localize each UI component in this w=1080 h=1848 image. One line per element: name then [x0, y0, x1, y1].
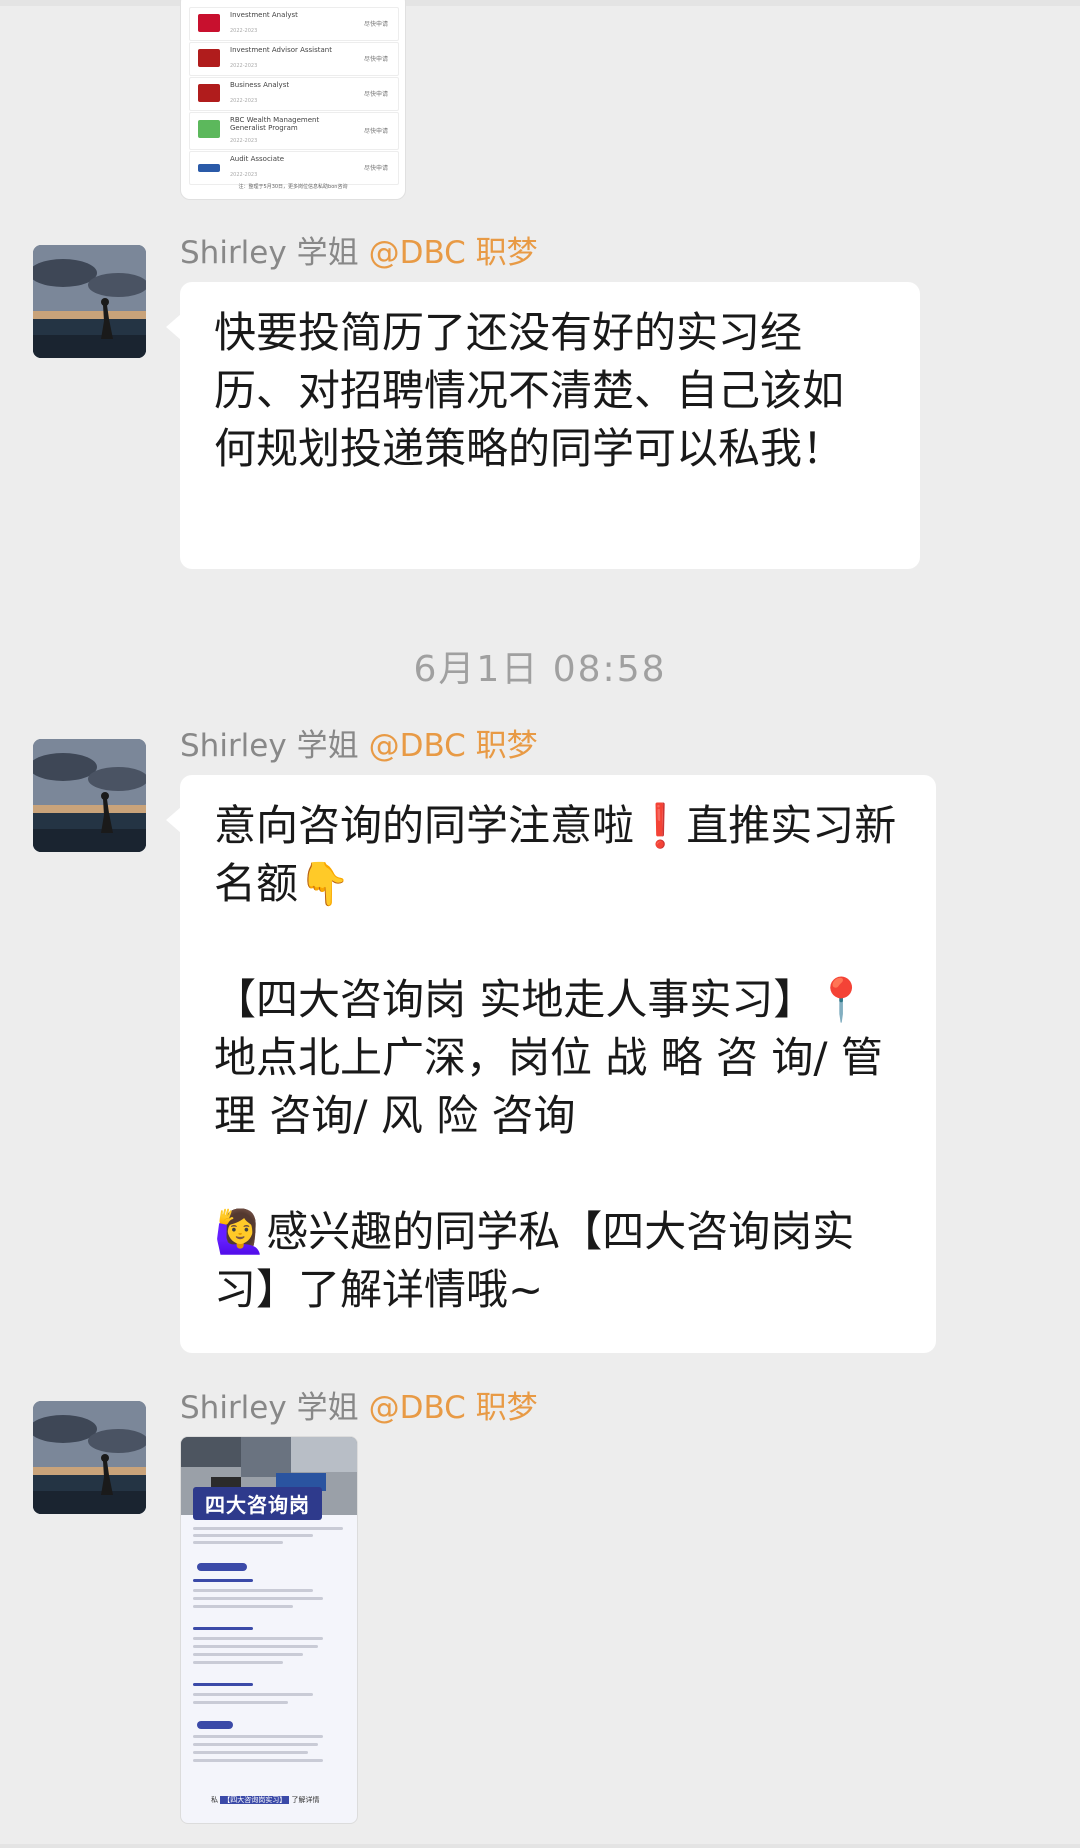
bank-logo-icon	[198, 14, 220, 32]
cta-suffix: 了解详情	[291, 1796, 320, 1804]
td-logo-icon	[198, 120, 220, 138]
message-text: 快要投简历了还没有好的实习经历、对招聘情况不清楚、自己该如何规划投递策略的同学可…	[214, 308, 845, 473]
job-action: 尽快申请	[363, 165, 388, 172]
cibc-logo-icon	[198, 49, 220, 67]
avatar[interactable]	[33, 245, 146, 358]
cta-prefix: 私	[211, 1796, 218, 1804]
poster-line	[193, 1653, 303, 1656]
job-row: Investment Advisor Assistant 2022-2023 尽…	[189, 42, 399, 76]
poster-line	[193, 1751, 308, 1754]
cibc-logo-icon	[198, 84, 220, 102]
poster-line	[193, 1597, 323, 1600]
job-row: RBC Wealth Management Generalist Program…	[189, 112, 399, 150]
message-bubble[interactable]: 快要投简历了还没有好的实习经历、对招聘情况不清楚、自己该如何规划投递策略的同学可…	[166, 282, 920, 569]
job-year: 2022-2023	[230, 28, 258, 34]
timestamp: 6月1日 08:58	[413, 649, 667, 690]
job-row: Business Analyst 2022-2023 尽快申请	[189, 77, 399, 111]
bottom-divider	[0, 1844, 1080, 1848]
job-year: 2022-2023	[230, 138, 258, 144]
job-title: RBC Wealth Management Generalist Program	[230, 116, 320, 132]
sender-tag: @DBC 职梦	[368, 728, 538, 764]
poster-line	[193, 1589, 313, 1592]
poster-line	[193, 1693, 313, 1696]
poster-section	[193, 1683, 253, 1686]
job-title: Investment Analyst	[230, 11, 298, 19]
sender-label: Shirley 学姐	[180, 235, 359, 271]
poster-intro	[193, 1527, 345, 1544]
message-text: 意向咨询的同学注意啦❗直推实习新名额👇	[214, 801, 897, 908]
message-text: 🙋‍♀️感兴趣的同学私【四大咨询岗实习】了解详情哦~	[214, 1207, 855, 1314]
sender-name: Shirley 学姐 @DBC 职梦	[180, 727, 538, 765]
poster-line	[193, 1637, 323, 1640]
job-action: 尽快申请	[363, 21, 388, 28]
poster-image[interactable]: 四大咨询岗 私 【四大咨询岗实习】 了解详情	[180, 1436, 358, 1824]
job-year: 2022-2023	[230, 172, 258, 178]
sender-name: Shirley 学姐 @DBC 职梦	[180, 1389, 538, 1427]
job-action: 尽快申请	[363, 128, 388, 135]
sender-label: Shirley 学姐	[180, 1390, 359, 1426]
job-list-image[interactable]: Investment Analyst 2022-2023 尽快申请 Invest…	[180, 0, 406, 200]
poster-section	[193, 1627, 253, 1630]
message-bubble[interactable]: 意向咨询的同学注意啦❗直推实习新名额👇 【四大咨询岗 实地走人事实习】📍地点北上…	[166, 775, 936, 1353]
poster-line	[193, 1759, 323, 1762]
job-list-footer: 注：整理于5月30日，更多岗位信息私助bon咨询	[238, 184, 348, 190]
poster-line	[193, 1605, 293, 1608]
job-year: 2022-2023	[230, 63, 258, 69]
sender-tag: @DBC 职梦	[368, 235, 538, 271]
job-title: Business Analyst	[230, 81, 290, 89]
job-year: 2022-2023	[230, 98, 258, 104]
job-title: Investment Advisor Assistant	[230, 46, 332, 54]
poster-cta: 私 【四大咨询岗实习】 了解详情	[211, 1795, 319, 1805]
top-divider	[0, 0, 1080, 6]
rsm-logo-icon	[198, 164, 220, 172]
poster-line	[193, 1743, 318, 1746]
job-action: 尽快申请	[363, 91, 388, 98]
poster-line	[193, 1735, 323, 1738]
poster-line	[193, 1661, 283, 1664]
poster-pill	[197, 1721, 233, 1729]
poster-pill	[197, 1563, 247, 1571]
job-action: 尽快申请	[363, 56, 388, 63]
sender-name: Shirley 学姐 @DBC 职梦	[180, 234, 538, 272]
cta-highlight: 【四大咨询岗实习】	[220, 1796, 290, 1804]
poster-banner: 四大咨询岗	[193, 1487, 322, 1520]
poster-line	[193, 1701, 288, 1704]
poster-section	[193, 1579, 253, 1582]
sender-label: Shirley 学姐	[180, 728, 359, 764]
poster-line	[193, 1645, 318, 1648]
avatar[interactable]	[33, 739, 146, 852]
avatar[interactable]	[33, 1401, 146, 1514]
message-text: 【四大咨询岗 实地走人事实习】📍地点北上广深，岗位 战 略 咨 询/ 管 理 咨…	[214, 975, 897, 1140]
job-row: Investment Analyst 2022-2023 尽快申请	[189, 7, 399, 41]
job-row: Audit Associate 2022-2023 尽快申请	[189, 151, 399, 185]
sender-tag: @DBC 职梦	[368, 1390, 538, 1426]
job-title: Audit Associate	[230, 155, 285, 163]
